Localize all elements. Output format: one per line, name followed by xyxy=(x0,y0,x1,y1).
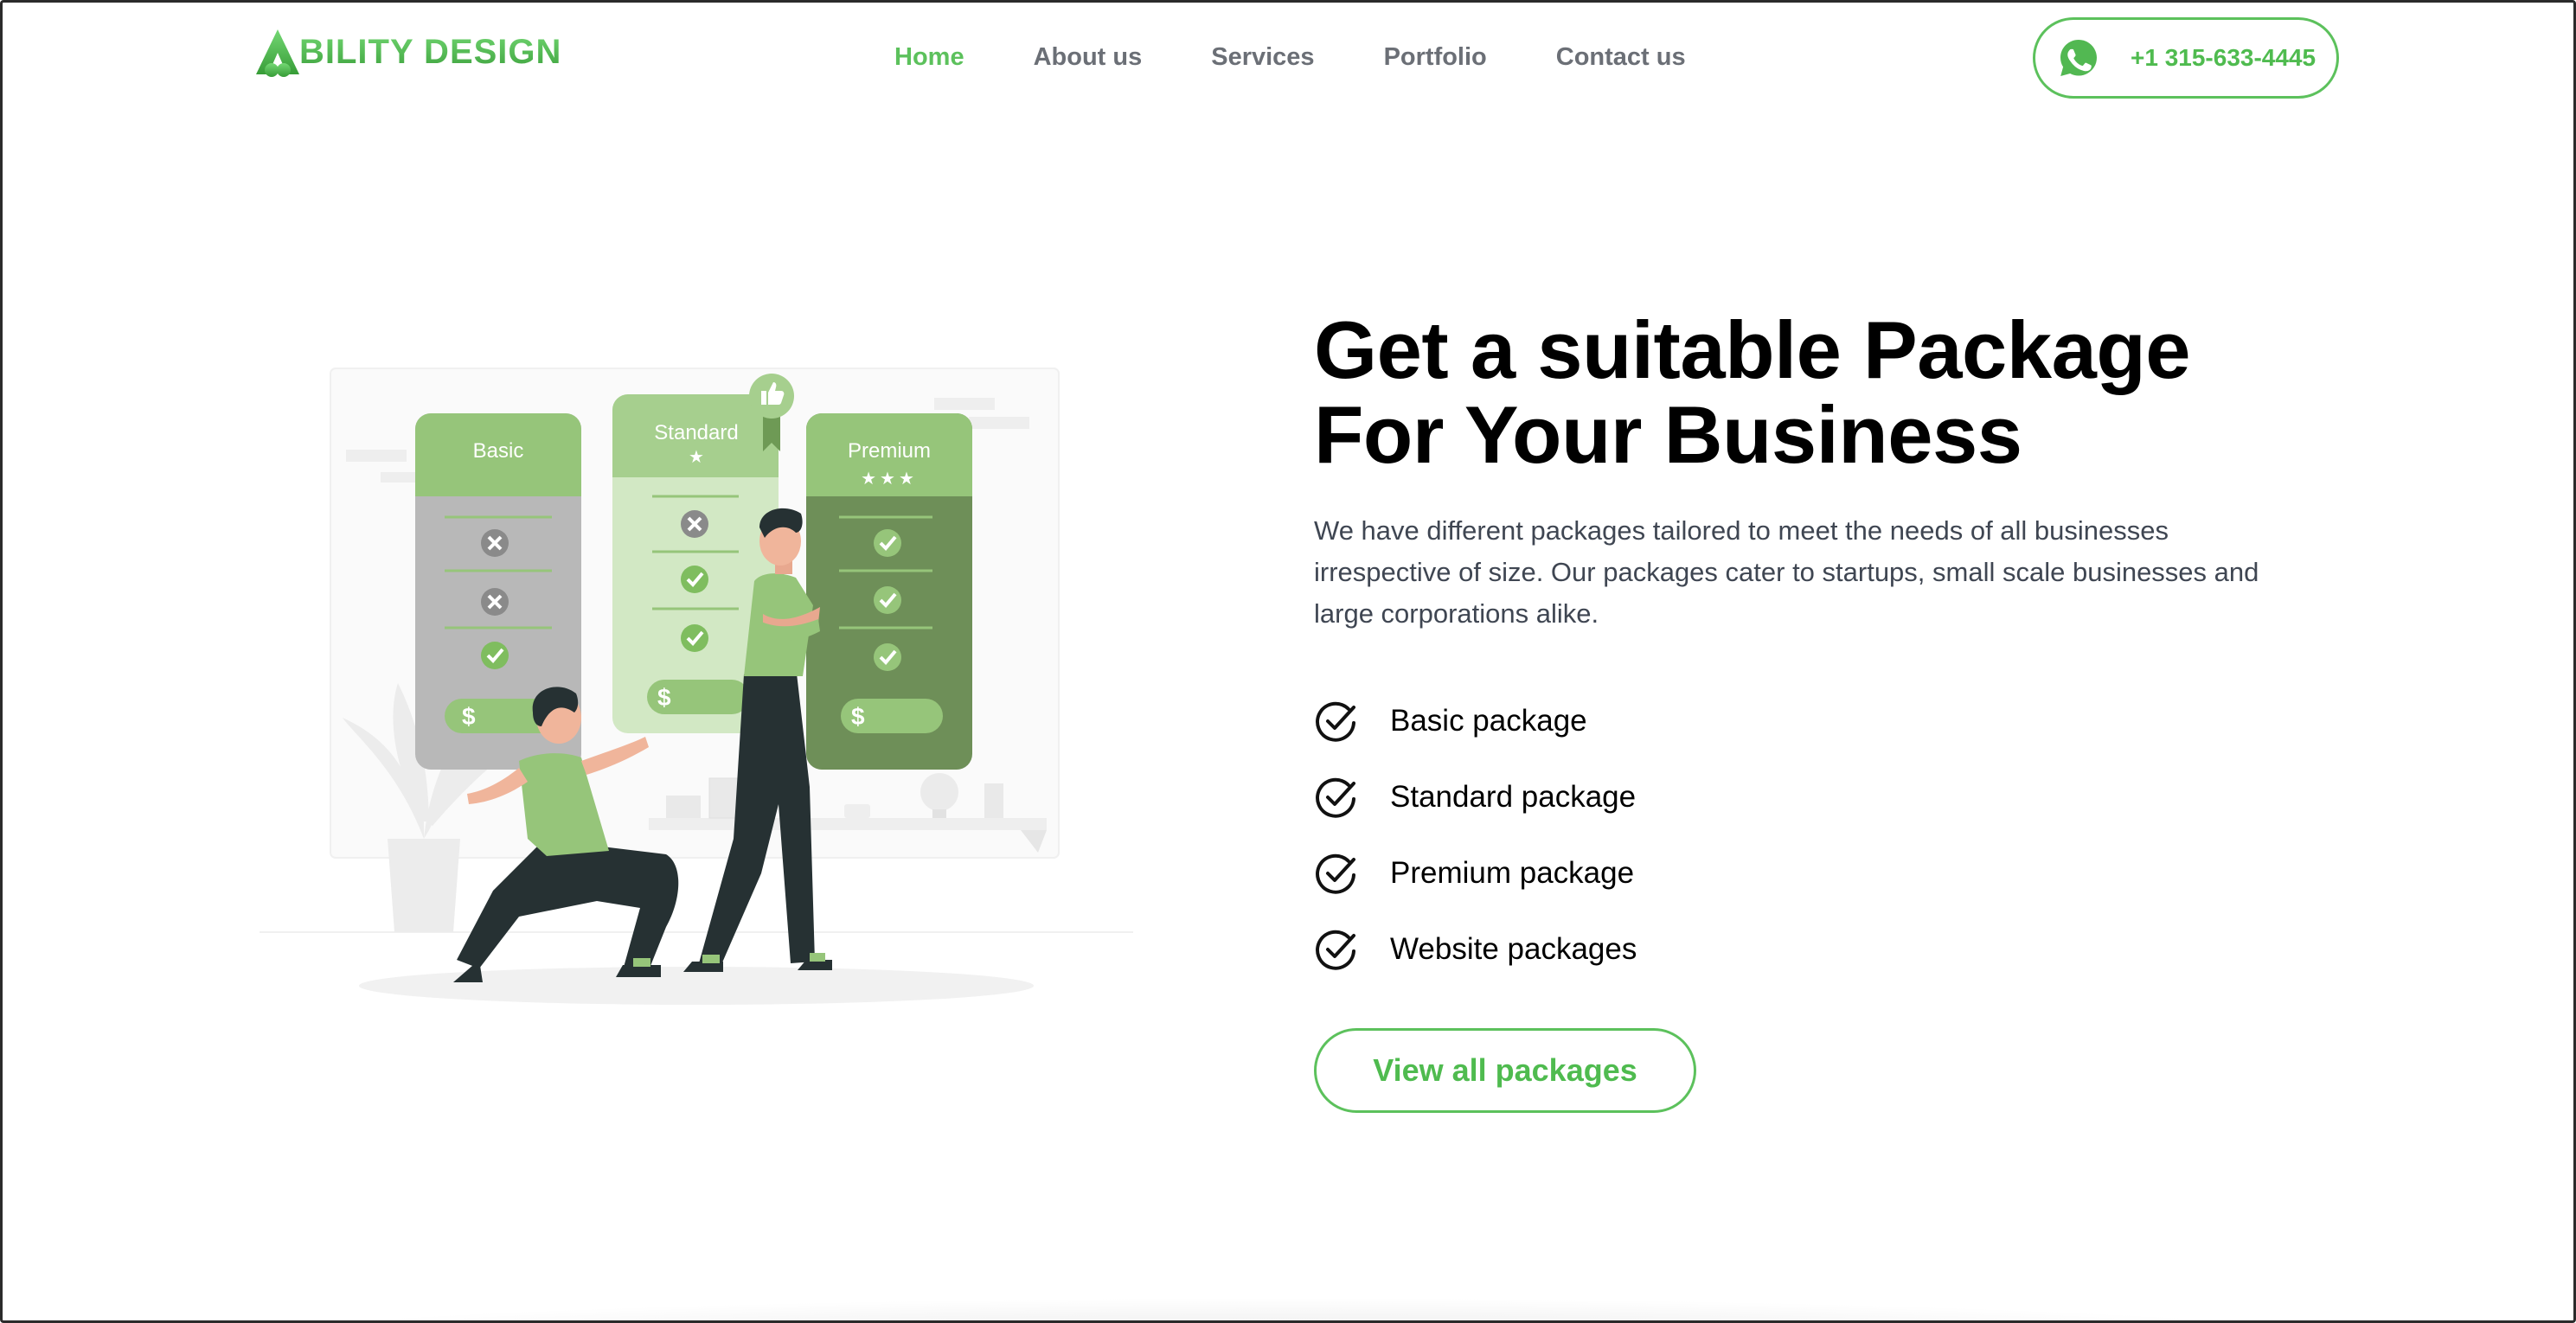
premium-stars-icon: ★★★ xyxy=(861,470,918,489)
hero-title: Get a suitable Package For Your Business xyxy=(1314,308,2352,477)
hero-title-line1: Get a suitable Package xyxy=(1314,304,2191,395)
feature-label: Basic package xyxy=(1390,704,1587,738)
premium-price-symbol: $ xyxy=(851,703,865,730)
premium-card: Premium ★★★ $ xyxy=(806,413,972,770)
view-all-packages-button[interactable]: View all packages xyxy=(1314,1028,1696,1113)
main-menu: Home About us Services Portfolio Contact… xyxy=(894,38,1755,76)
phone-button[interactable]: +1 315-633-4445 xyxy=(2033,17,2339,99)
hero-description: We have different packages tailored to m… xyxy=(1314,515,2259,629)
feature-item: Standard package xyxy=(1314,759,2352,835)
hero-section: Get a suitable Package For Your Business… xyxy=(1314,308,2352,1113)
basic-price-symbol: $ xyxy=(462,703,476,730)
standard-card-title: Standard xyxy=(654,421,738,444)
check-circle-icon xyxy=(1316,777,1355,818)
pricing-illustration-svg: Basic $ Standard ★ $ Premium ★★★ $ xyxy=(260,368,1133,1005)
package-feature-list: Basic package Standard package Premium p… xyxy=(1314,683,2352,987)
check-circle-icon xyxy=(1316,853,1355,894)
premium-card-title: Premium xyxy=(848,439,931,463)
logo-a-icon xyxy=(256,29,299,77)
feature-label: Standard package xyxy=(1390,780,1637,814)
feature-item: Premium package xyxy=(1314,835,2352,911)
feature-label: Website packages xyxy=(1390,932,1637,966)
feature-item: Basic package xyxy=(1314,683,2352,759)
nav-home-link[interactable]: Home xyxy=(894,38,964,76)
nav-about-link[interactable]: About us xyxy=(1034,38,1143,76)
standard-price-symbol: $ xyxy=(657,684,671,711)
feature-item: Website packages xyxy=(1314,911,2352,987)
whatsapp-icon xyxy=(2060,40,2097,76)
basic-card-title: Basic xyxy=(473,439,524,463)
section-divider-shadow xyxy=(138,1297,2439,1323)
brand-name: BILITY DESIGN xyxy=(299,32,562,71)
pricing-illustration: Basic $ Standard ★ $ Premium ★★★ $ xyxy=(260,355,1133,1029)
phone-number: +1 315-633-4445 xyxy=(2131,44,2316,71)
top-navbar: BILITY DESIGN Home About us Services Por… xyxy=(0,0,2576,114)
check-circle-icon xyxy=(1316,930,1355,970)
nav-portfolio-link[interactable]: Portfolio xyxy=(1384,38,1487,76)
standard-star-icon: ★ xyxy=(689,448,704,467)
hero-title-line2: For Your Business xyxy=(1314,389,2022,480)
nav-services-link[interactable]: Services xyxy=(1211,38,1314,76)
check-circle-icon xyxy=(1316,701,1355,742)
nav-contact-link[interactable]: Contact us xyxy=(1556,38,1686,76)
brand-logo[interactable]: BILITY DESIGN xyxy=(253,24,561,80)
feature-label: Premium package xyxy=(1390,856,1635,890)
